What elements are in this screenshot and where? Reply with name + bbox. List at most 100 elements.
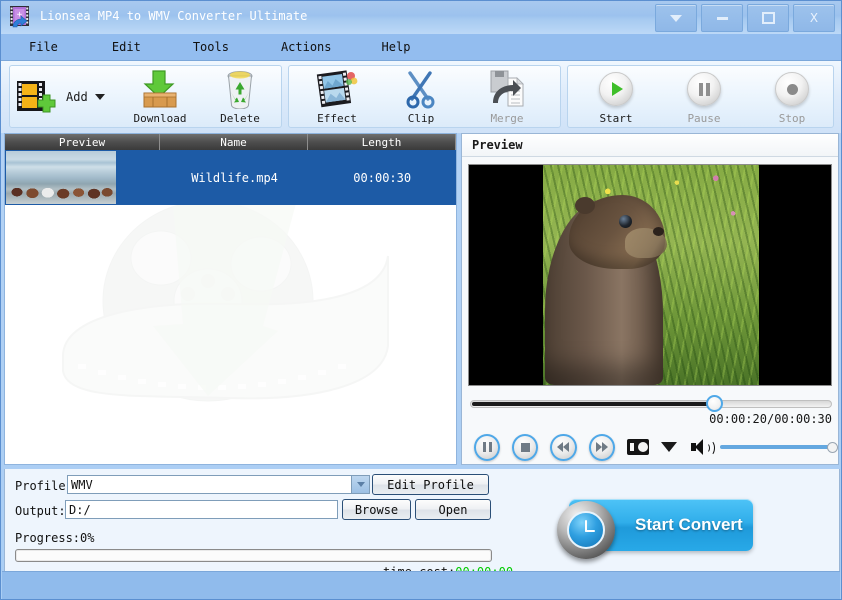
row-file-length: 00:00:30 [353, 170, 412, 185]
snapshot-button[interactable] [626, 439, 649, 455]
clip-button[interactable]: Clip [383, 68, 459, 127]
status-bar [2, 571, 840, 599]
skin-dropdown-button[interactable] [655, 4, 697, 32]
pause-icon [482, 442, 492, 452]
menu-item-file[interactable]: File [23, 38, 64, 56]
edit-profile-button[interactable]: Edit Profile [372, 474, 489, 495]
maximize-button[interactable] [747, 4, 789, 32]
minimize-button[interactable] [701, 4, 743, 32]
start-convert-label: Start Convert [635, 515, 743, 534]
clock-convert-icon [557, 501, 615, 559]
progress-label-text: Progress: [15, 531, 81, 545]
download-box-icon [140, 68, 180, 110]
file-list-header: Preview Name Length [5, 134, 456, 150]
title-bar: + Lionsea MP4 to WMV Converter Ultimate … [1, 1, 841, 34]
toolbar-group-file: Add Download Delete [9, 65, 282, 128]
start-convert-button[interactable]: Start Convert [557, 499, 753, 559]
open-button[interactable]: Open [415, 499, 491, 520]
playback-controls [474, 432, 839, 462]
menu-item-actions[interactable]: Actions [275, 38, 338, 56]
seek-handle[interactable] [706, 395, 723, 412]
start-button[interactable]: Start [578, 68, 654, 127]
effect-button-label: Effect [317, 112, 357, 125]
video-display[interactable] [468, 164, 832, 386]
profile-select[interactable]: WMV [67, 475, 370, 494]
seek-bar[interactable] [470, 395, 832, 412]
profile-label: Profile: [15, 479, 73, 493]
preview-panel-title: Preview [462, 134, 838, 157]
output-label: Output: [15, 504, 66, 518]
add-video-icon [16, 76, 56, 118]
effect-button[interactable]: Effect [299, 68, 375, 127]
fast-forward-icon [595, 442, 608, 452]
window-controls: X [655, 4, 835, 32]
close-icon: X [809, 11, 819, 25]
start-button-label: Start [599, 112, 633, 125]
file-list-panel[interactable]: Preview Name Length Wildlife.mp4 00:00:3… [4, 133, 457, 465]
column-header-length[interactable]: Length [308, 134, 456, 150]
progress-value: 0% [80, 531, 95, 545]
menu-item-edit[interactable]: Edit [106, 38, 147, 56]
marmot-eye [619, 215, 632, 228]
marmot-ear [575, 197, 595, 214]
volume-slider[interactable] [720, 442, 839, 453]
column-header-preview[interactable]: Preview [5, 134, 160, 150]
stop-button[interactable] [512, 433, 539, 461]
seek-progress [472, 402, 710, 406]
chevron-down-icon [670, 14, 682, 22]
fast-forward-button[interactable] [588, 433, 615, 461]
toolbar-group-convert: Start Pause Stop [567, 65, 834, 128]
delete-button-label: Delete [220, 112, 260, 125]
app-icon: + [10, 6, 29, 28]
maximize-icon [761, 12, 775, 24]
delete-button[interactable]: Delete [202, 68, 278, 127]
add-button[interactable]: Add [16, 74, 116, 120]
merge-button-label: Merge [490, 112, 524, 125]
stop-button[interactable]: Stop [754, 68, 830, 127]
volume-handle[interactable] [827, 442, 839, 453]
film-reel-watermark [62, 196, 389, 402]
close-button[interactable]: X [793, 4, 835, 32]
progress-bar [15, 549, 492, 562]
minimize-icon [716, 16, 728, 20]
stop-button-label: Stop [778, 112, 806, 125]
preview-panel: Preview 00:00:20/00:00:30 [461, 133, 839, 465]
application-window: + Lionsea MP4 to WMV Converter Ultimate … [0, 0, 842, 600]
video-frame [543, 165, 759, 385]
scissors-icon [402, 68, 440, 110]
marmot-nose [653, 227, 664, 236]
chevron-down-icon[interactable] [351, 476, 369, 493]
output-path-input[interactable]: D:/ [65, 500, 338, 519]
speaker-icon[interactable] [690, 438, 715, 456]
chevron-down-icon[interactable] [94, 94, 105, 100]
output-path-value: D:/ [69, 502, 91, 517]
pause-button[interactable]: Pause [666, 68, 742, 127]
menu-item-tools[interactable]: Tools [187, 38, 235, 56]
download-button[interactable]: Download [122, 68, 198, 127]
table-row[interactable]: Wildlife.mp4 00:00:30 [5, 150, 456, 205]
pause-icon [687, 68, 721, 110]
playback-time: 00:00:20/00:00:30 [709, 412, 832, 426]
profile-value: WMV [71, 477, 93, 492]
column-header-name[interactable]: Name [160, 134, 308, 150]
toolbar-group-edit: Effect Clip Merge [288, 65, 561, 128]
progress-label: Progress:0% [15, 531, 94, 545]
play-icon [599, 68, 633, 110]
window-title: Lionsea MP4 to WMV Converter Ultimate [40, 9, 308, 23]
row-file-name: Wildlife.mp4 [191, 170, 278, 185]
stop-icon [520, 442, 530, 452]
film-effect-icon [316, 68, 358, 110]
browse-button[interactable]: Browse [342, 499, 411, 520]
stop-record-icon [775, 68, 809, 110]
preview-title-label: Preview [472, 138, 523, 152]
toolbar: Add Download Delete Effect Clip Merge St… [1, 60, 841, 133]
menu-item-help[interactable]: Help [376, 38, 417, 56]
add-button-label: Add [66, 90, 88, 104]
recycle-bin-icon [222, 68, 258, 110]
pause-button-label: Pause [687, 112, 721, 125]
rewind-button[interactable] [550, 433, 577, 461]
chevron-down-icon[interactable] [660, 442, 677, 452]
rewind-icon [557, 442, 570, 452]
pause-button[interactable] [474, 433, 501, 461]
merge-button[interactable]: Merge [469, 68, 545, 127]
